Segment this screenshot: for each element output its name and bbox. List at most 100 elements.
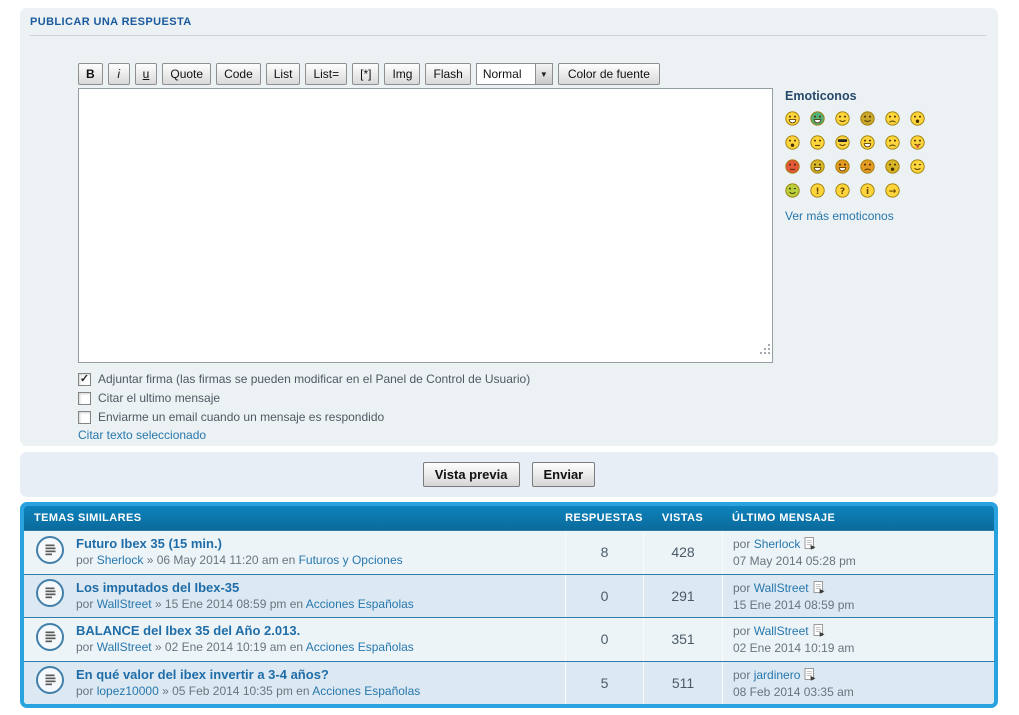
- similar-topics-header: TEMAS SIMILARES RESPUESTAS VISTAS ÚLTIMO…: [24, 506, 994, 530]
- replies-count: 5: [565, 661, 643, 704]
- toolbar-button-underline[interactable]: u: [134, 63, 158, 85]
- toolbar-button-italic[interactable]: i: [107, 63, 130, 85]
- topic-title-link[interactable]: Futuro Ibex 35 (15 min.): [76, 536, 565, 552]
- emoticon-mrgreen[interactable]: [810, 111, 825, 126]
- goto-last-post-icon[interactable]: [813, 624, 825, 641]
- option-label-quote-last-message: Citar el ultimo mensaje: [98, 391, 221, 405]
- emoticon-razz[interactable]: [910, 135, 925, 150]
- topic-forum-link[interactable]: Futuros y Opciones: [299, 553, 403, 567]
- last-post-date: 02 Ene 2014 10:19 am: [733, 641, 855, 656]
- emoticon-redface[interactable]: [785, 159, 800, 174]
- preview-button[interactable]: Vista previa: [422, 462, 520, 487]
- toolbar-button-quote[interactable]: Quote: [162, 63, 212, 85]
- more-smilies-link[interactable]: Ver más emoticonos: [785, 209, 894, 223]
- divider: [30, 35, 986, 36]
- checkbox-email-on-reply[interactable]: [78, 410, 91, 424]
- toolbar-button-list-ordered[interactable]: List=: [305, 63, 348, 85]
- emoticon-neutral[interactable]: [810, 135, 825, 150]
- emoticon-mad[interactable]: [885, 135, 900, 150]
- views-count: 351: [643, 618, 722, 661]
- topic-icon: [35, 578, 65, 613]
- submit-button[interactable]: Enviar: [531, 462, 596, 487]
- post-options: ✓ Adjuntar firma (las firmas se pueden mo…: [78, 372, 530, 429]
- topic-rows: Futuro Ibex 35 (15 min.) por Sherlock » 0…: [24, 530, 994, 704]
- replies-count: 8: [565, 531, 643, 574]
- topic-icon: [35, 622, 65, 657]
- topic-title-link[interactable]: Los imputados del Ibex-35: [76, 580, 565, 596]
- similar-topics-title: TEMAS SIMILARES: [34, 512, 142, 524]
- topic-byline: por WallStreet » 15 Ene 2014 08:59 pm en…: [76, 596, 414, 611]
- smilies-title: Emoticonos: [785, 89, 857, 103]
- toolbar-button-code[interactable]: Code: [216, 63, 261, 85]
- emoticon-wink[interactable]: [910, 159, 925, 174]
- goto-last-post-icon[interactable]: [804, 667, 816, 685]
- emoticon-twisted[interactable]: [860, 159, 875, 174]
- last-post-author-link[interactable]: Sherlock: [754, 537, 801, 551]
- topic-title-link[interactable]: BALANCE del Ibex 35 del Año 2.013.: [76, 623, 565, 639]
- post-reply-page: PUBLICAR UNA RESPUESTA Bi u Quote Code List L…: [0, 0, 1019, 715]
- font-size-select[interactable]: Normal ▼: [475, 63, 553, 85]
- topic-icon: [35, 535, 65, 570]
- goto-last-post-icon[interactable]: [813, 580, 825, 598]
- toolbar-button-list-item[interactable]: [*]: [352, 63, 380, 85]
- emoticon-biggrin[interactable]: [785, 111, 800, 126]
- emoticon-geek[interactable]: [810, 159, 825, 174]
- option-label-attach-signature: Adjuntar firma (las firmas se pueden mod…: [98, 372, 531, 386]
- topic-author-link[interactable]: WallStreet: [97, 597, 152, 611]
- emoticon-smile[interactable]: [835, 111, 850, 126]
- option-quote-last-message[interactable]: Citar el ultimo mensaje: [78, 391, 530, 405]
- topic-author-link[interactable]: Sherlock: [97, 553, 144, 567]
- replies-count: 0: [565, 574, 643, 617]
- emoticon-idea[interactable]: i: [860, 183, 875, 198]
- toolbar-button-flash[interactable]: Flash: [425, 63, 471, 85]
- views-count: 428: [643, 531, 722, 574]
- views-count: 291: [643, 574, 722, 617]
- topic-title-link[interactable]: En qué valor del ibex invertir a 3-4 año…: [76, 667, 565, 683]
- topic-row: BALANCE del Ibex 35 del Año 2.013. por Wa…: [24, 617, 994, 661]
- emoticon-cool[interactable]: [835, 135, 850, 150]
- topic-icon: [35, 665, 65, 700]
- emoticon-lol[interactable]: [860, 135, 875, 150]
- emoticon-arrow[interactable]: →: [885, 183, 900, 198]
- emoticon-exclaim[interactable]: !: [810, 183, 825, 198]
- emoticon-sad[interactable]: [885, 111, 900, 126]
- topic-forum-link[interactable]: Acciones Españolas: [306, 597, 414, 611]
- emoticon-surprised[interactable]: [910, 111, 925, 126]
- actions-panel: Vista previa Enviar: [20, 452, 998, 497]
- topic-row: Futuro Ibex 35 (15 min.) por Sherlock » 0…: [24, 530, 994, 574]
- smilies-panel: Emoticonos !? i → Ver más emoticonos: [785, 89, 955, 225]
- column-views: VISTAS: [661, 512, 704, 524]
- checkbox-quote-last-message[interactable]: [78, 391, 91, 405]
- last-post-author-link[interactable]: WallStreet: [754, 624, 809, 638]
- font-size-value: Normal: [482, 67, 522, 81]
- replies-count: 0: [565, 618, 643, 661]
- topic-author-link[interactable]: lopez10000: [97, 684, 159, 698]
- emoticon-wink-green[interactable]: [785, 183, 800, 198]
- checkbox-attach-signature[interactable]: ✓: [78, 372, 91, 386]
- toolbar-button-list[interactable]: List: [265, 63, 301, 85]
- last-post-author-link[interactable]: jardinero: [754, 668, 801, 682]
- topic-forum-link[interactable]: Acciones Españolas: [306, 640, 414, 654]
- topic-author-link[interactable]: WallStreet: [97, 640, 152, 654]
- toolbar-button-bold[interactable]: B: [78, 63, 103, 85]
- topic-forum-link[interactable]: Acciones Españolas: [312, 684, 420, 698]
- option-attach-signature[interactable]: ✓ Adjuntar firma (las firmas se pueden mo…: [78, 372, 530, 386]
- goto-last-post-icon[interactable]: [804, 537, 816, 554]
- topic-byline: por lopez10000 » 05 Feb 2014 10:35 pm en…: [76, 683, 421, 698]
- emoticon-eek[interactable]: [785, 135, 800, 150]
- last-post-byline: por Sherlock: [733, 536, 994, 554]
- topic-row: Los imputados del Ibex-35 por WallStreet …: [24, 573, 994, 617]
- message-textarea[interactable]: [78, 88, 773, 363]
- last-post-author-link[interactable]: WallStreet: [754, 581, 809, 595]
- emoticon-evil[interactable]: [835, 159, 850, 174]
- toolbar-button-img[interactable]: Img: [384, 63, 421, 85]
- column-last-message: ÚLTIMO MENSAJE: [732, 512, 836, 524]
- emoticon-dizzy[interactable]: [885, 159, 900, 174]
- option-email-on-reply[interactable]: Enviarme un email cuando un mensaje es r…: [78, 410, 530, 424]
- resize-grip-icon[interactable]: [760, 352, 762, 354]
- font-color-button[interactable]: Color de fuente: [557, 63, 660, 85]
- emoticon-question[interactable]: ?: [835, 183, 850, 198]
- option-label-email-on-reply: Enviarme un email cuando un mensaje es r…: [98, 410, 385, 424]
- emoticon-smile-dark[interactable]: [860, 111, 875, 126]
- quote-selected-link[interactable]: Citar texto seleccionado: [78, 428, 206, 442]
